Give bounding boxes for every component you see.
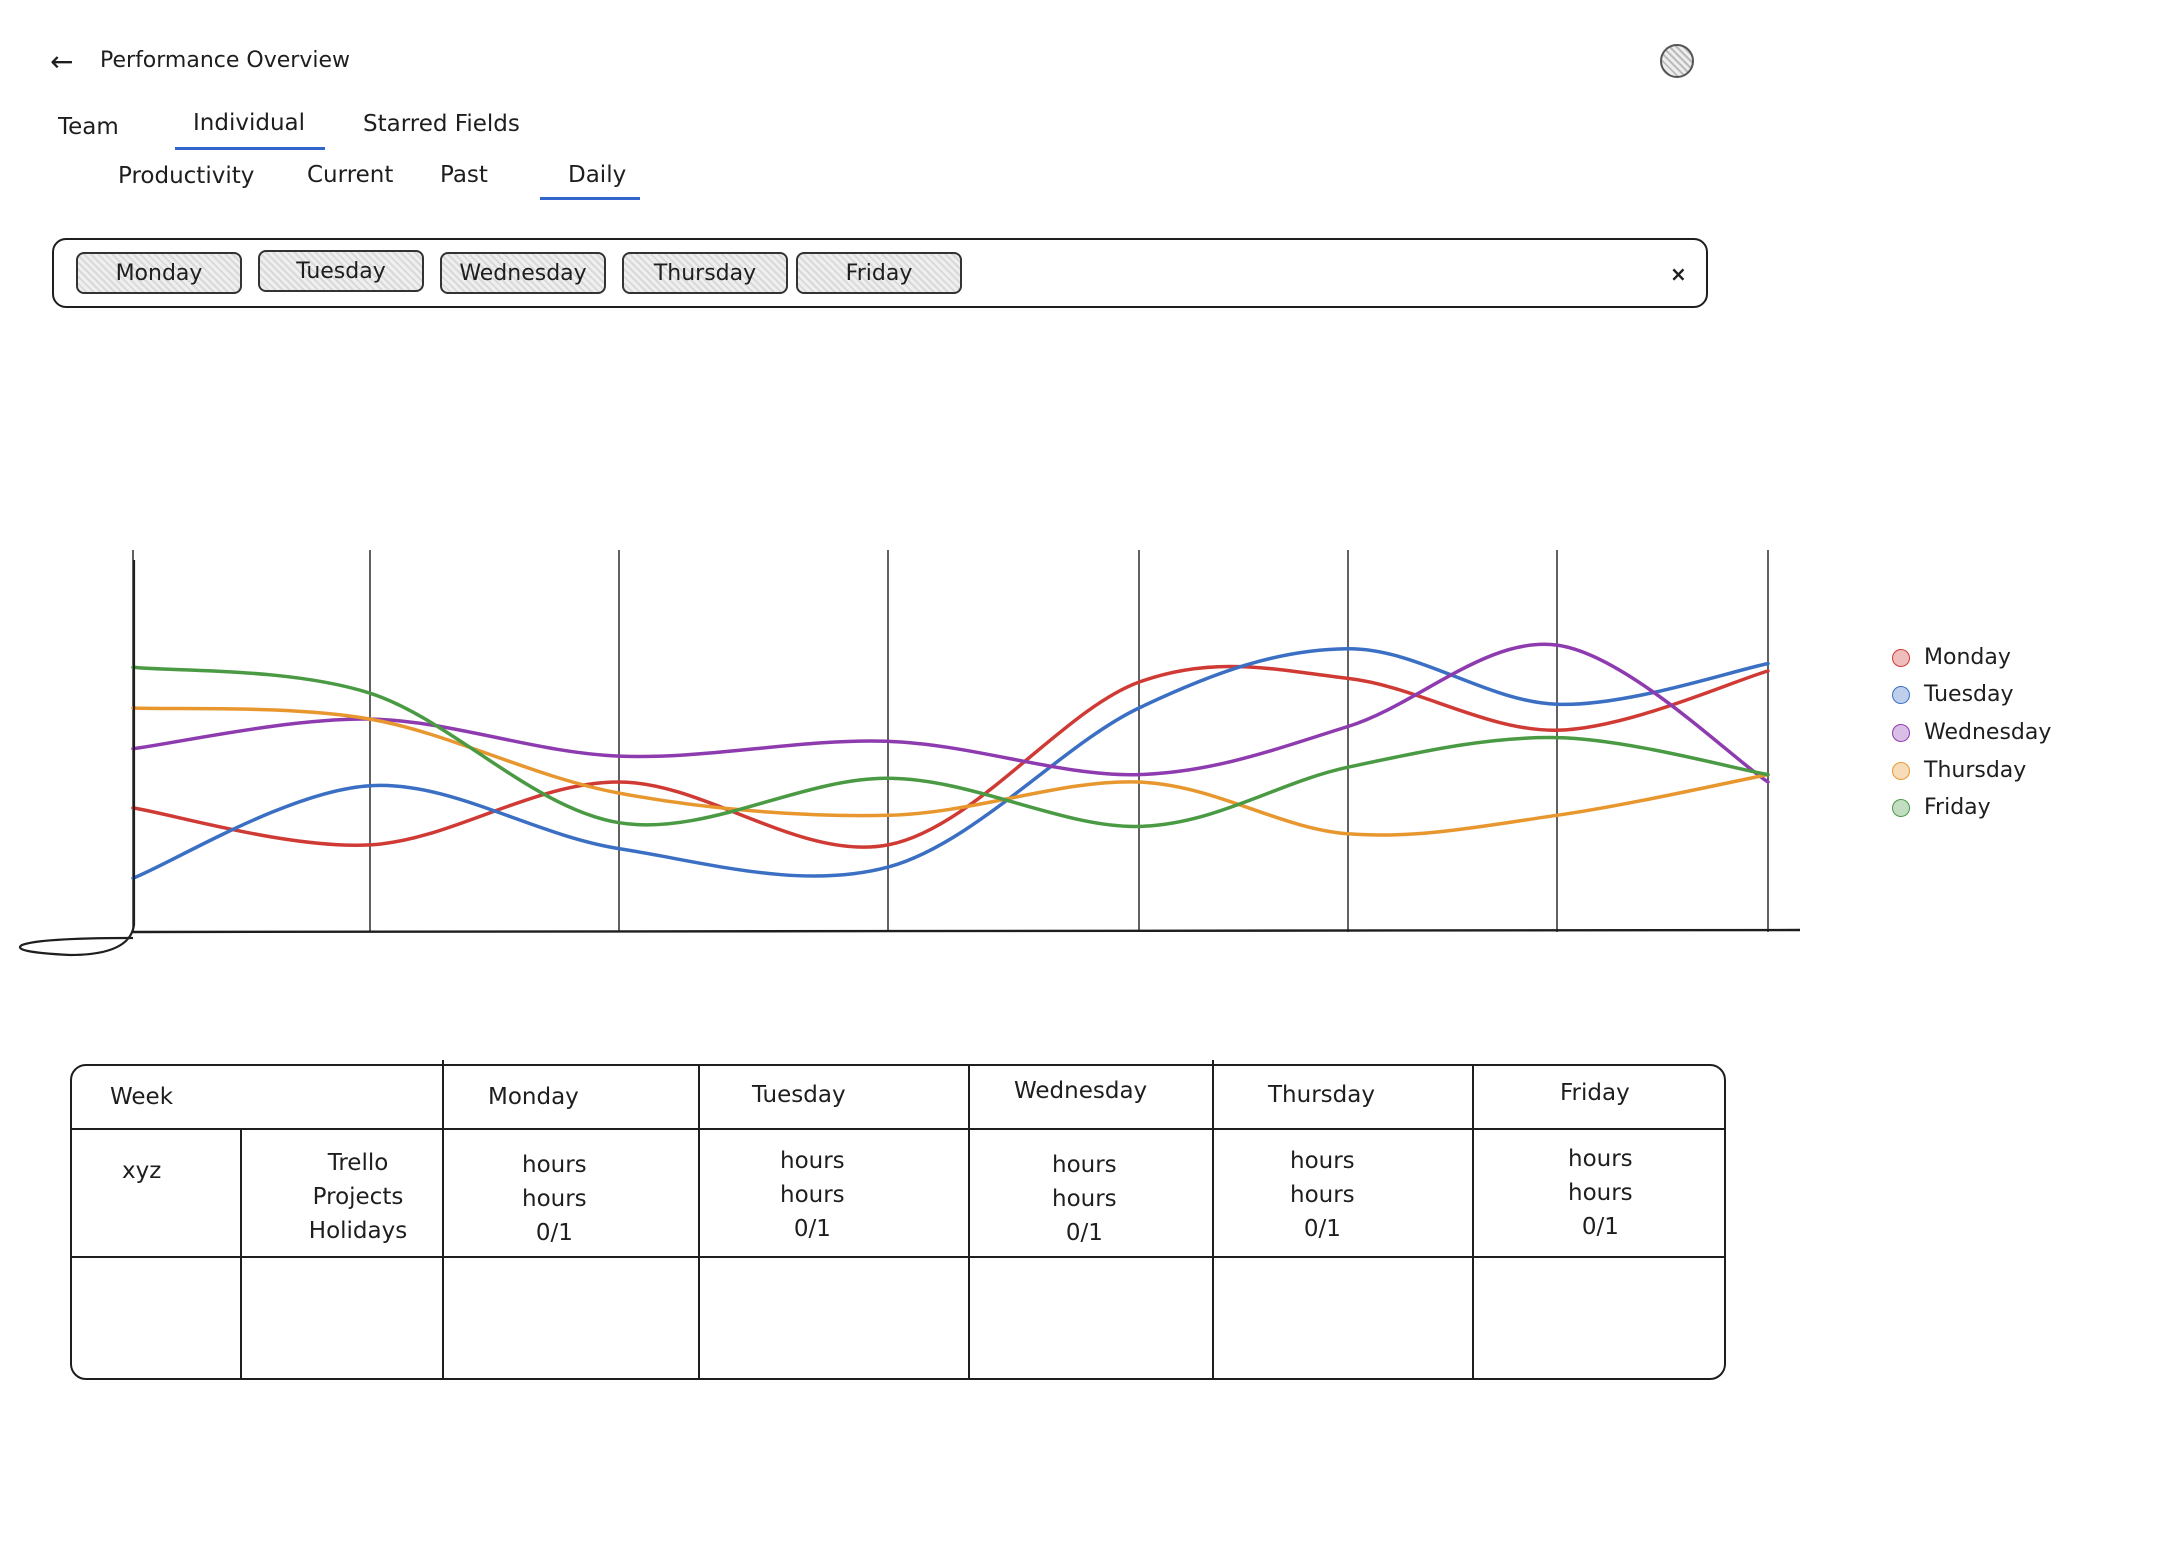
chip-thursday[interactable]: Thursday	[622, 252, 788, 294]
legend-label: Monday	[1924, 645, 2011, 670]
back-arrow-icon[interactable]: ←	[50, 48, 73, 76]
tab-starred-fields[interactable]: Starred Fields	[363, 111, 520, 137]
chart-grid	[132, 550, 1769, 932]
thursday-cell: hours hours 0/1	[1290, 1144, 1355, 1246]
friday-cell: hours hours 0/1	[1568, 1142, 1633, 1244]
table-col-divider	[442, 1060, 444, 1378]
legend-swatch	[1892, 648, 1910, 667]
legend-label: Friday	[1924, 795, 1991, 820]
row-field-holidays: Holidays	[308, 1218, 408, 1244]
wednesday-projects: hours	[1052, 1186, 1117, 1212]
legend-item-wednesday: Wednesday	[1892, 720, 2051, 745]
table-col-divider	[1212, 1060, 1214, 1378]
legend-label: Wednesday	[1924, 720, 2052, 745]
weekly-table: Week Monday Tuesday Wednesday Thursday F…	[70, 1060, 1726, 1380]
thursday-projects: hours	[1290, 1182, 1355, 1208]
subtab-past[interactable]: Past	[440, 162, 488, 188]
legend-label: Thursday	[1924, 758, 2027, 783]
legend-swatch	[1892, 723, 1910, 742]
x-axis	[132, 928, 1801, 934]
legend-item-tuesday: Tuesday	[1892, 682, 2014, 707]
tuesday-cell: hours hours 0/1	[780, 1144, 845, 1246]
tuesday-trello: hours	[780, 1148, 845, 1174]
thursday-trello: hours	[1290, 1148, 1355, 1174]
table-col-divider	[240, 1128, 242, 1378]
chip-tuesday[interactable]: Tuesday	[258, 250, 424, 292]
friday-trello: hours	[1568, 1146, 1633, 1172]
wednesday-trello: hours	[1052, 1152, 1117, 1178]
table-col-divider	[1472, 1066, 1474, 1378]
wednesday-cell: hours hours 0/1	[1052, 1148, 1117, 1250]
tuesday-holidays: 0/1	[793, 1216, 831, 1242]
daily-line-chart	[19, 550, 1801, 957]
clear-filter-icon[interactable]: ×	[1670, 262, 1687, 286]
friday-projects: hours	[1568, 1180, 1633, 1206]
thursday-holidays: 0/1	[1303, 1216, 1341, 1242]
subtab-current[interactable]: Current	[307, 162, 393, 188]
table-row-divider	[72, 1256, 1724, 1258]
header-friday: Friday	[1560, 1080, 1630, 1106]
series-line-wednesday	[131, 642, 1770, 784]
subtab-productivity[interactable]: Productivity	[118, 163, 254, 189]
header-monday: Monday	[488, 1084, 579, 1110]
legend-item-thursday: Thursday	[1892, 758, 2026, 783]
chart-series	[131, 642, 1770, 880]
friday-holidays: 0/1	[1581, 1214, 1619, 1240]
tab-team[interactable]: Team	[58, 114, 119, 140]
chip-monday[interactable]: Monday	[76, 252, 242, 294]
table-header-divider	[72, 1128, 1724, 1130]
header-tuesday: Tuesday	[752, 1082, 846, 1108]
tuesday-projects: hours	[780, 1182, 845, 1208]
legend-item-monday: Monday	[1892, 645, 2011, 670]
row-field-trello: Trello	[327, 1150, 389, 1176]
table-col-divider	[698, 1066, 700, 1378]
header-wednesday: Wednesday	[1014, 1078, 1148, 1104]
row-fields: Trello Projects Holidays	[298, 1146, 418, 1248]
legend-swatch	[1892, 761, 1910, 780]
page-title: Performance Overview	[100, 48, 350, 73]
legend-item-friday: Friday	[1892, 795, 1991, 820]
table-col-divider	[968, 1066, 970, 1378]
chart-axes	[19, 560, 1801, 957]
chip-wednesday[interactable]: Wednesday	[440, 252, 606, 294]
row-label: xyz	[122, 1158, 162, 1184]
legend-swatch	[1892, 798, 1910, 817]
subtab-daily[interactable]: Daily	[539, 162, 641, 200]
header-week: Week	[110, 1084, 174, 1110]
row-field-projects: Projects	[312, 1184, 404, 1210]
user-avatar-icon[interactable]	[1660, 44, 1694, 78]
wednesday-holidays: 0/1	[1065, 1220, 1103, 1246]
monday-holidays: 0/1	[535, 1220, 573, 1246]
monday-trello: hours	[522, 1152, 587, 1178]
tab-individual[interactable]: Individual	[174, 110, 326, 150]
legend-label: Tuesday	[1924, 682, 2014, 707]
y-axis	[19, 560, 136, 957]
legend-swatch	[1892, 685, 1910, 704]
header-thursday: Thursday	[1268, 1082, 1375, 1108]
monday-projects: hours	[522, 1186, 587, 1212]
chip-friday[interactable]: Friday	[796, 252, 962, 294]
monday-cell: hours hours 0/1	[522, 1148, 587, 1250]
